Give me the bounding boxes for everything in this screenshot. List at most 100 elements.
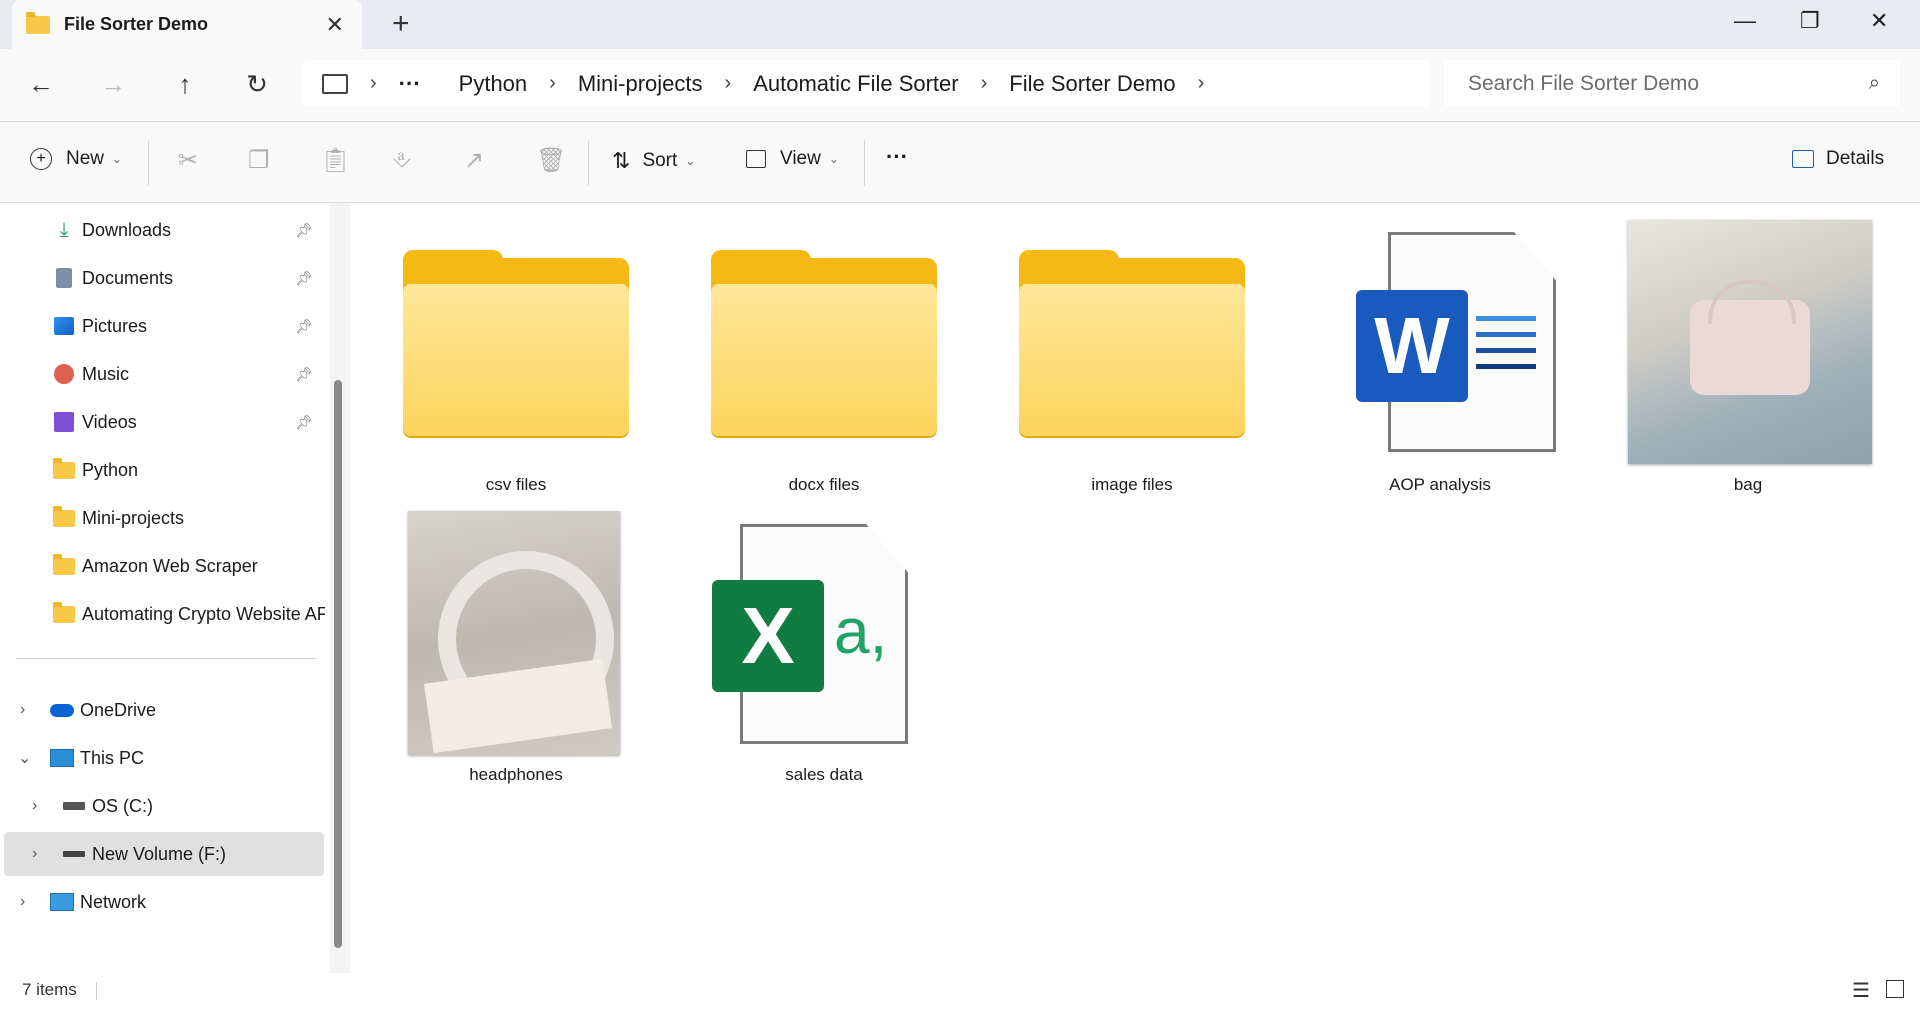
view-icon — [746, 150, 766, 168]
sidebar-scrollbar-thumb[interactable] — [334, 380, 342, 948]
details-button[interactable]: Details — [1792, 148, 1884, 170]
sidebar-item-this-pc[interactable]: ⌄ This PC — [0, 736, 325, 780]
sidebar-item-amazon-web-scraper[interactable]: Amazon Web Scraper — [0, 544, 325, 588]
minimize-button[interactable]: — — [1734, 8, 1756, 34]
file-item-docx-files[interactable]: docx files — [704, 218, 944, 498]
chevron-right-icon[interactable]: › — [20, 701, 25, 719]
large-icons-view-icon[interactable] — [1886, 980, 1904, 998]
up-button[interactable]: ↑ — [168, 69, 202, 100]
word-document-icon: W — [1356, 232, 1556, 454]
pin-icon[interactable]: 📌︎ — [295, 222, 313, 239]
word-letter: W — [1374, 301, 1450, 390]
breadcrumb[interactable]: › ··· Python › Mini-projects › Automatic… — [302, 60, 1430, 107]
address-row: ← → ↑ ↻ › ··· Python › Mini-projects › A… — [0, 49, 1920, 122]
forward-button[interactable]: → — [96, 69, 130, 100]
sidebar-item-os-c[interactable]: › OS (C:) — [0, 784, 325, 828]
copy-icon[interactable]: ❐ — [248, 146, 270, 175]
this-pc-icon[interactable] — [322, 73, 348, 94]
pin-icon[interactable]: 📌︎ — [295, 414, 313, 431]
sidebar-item-documents[interactable]: Documents 📌︎ — [0, 256, 325, 300]
view-button[interactable]: View ⌄ — [746, 148, 839, 170]
new-tab-button[interactable]: + — [392, 8, 410, 40]
chevron-right-icon[interactable]: › — [32, 845, 37, 863]
breadcrumb-python[interactable]: Python — [459, 71, 528, 97]
breadcrumb-overflow[interactable]: ··· — [399, 71, 421, 97]
rename-icon[interactable]: ⎀ — [392, 146, 411, 174]
back-button[interactable]: ← — [24, 69, 58, 100]
sidebar-item-downloads[interactable]: ⤓ Downloads 📌︎ — [0, 208, 325, 252]
new-button[interactable]: + New ⌄ — [30, 148, 122, 170]
breadcrumb-mini-projects[interactable]: Mini-projects — [578, 71, 703, 97]
file-item-bag[interactable]: bag — [1628, 218, 1872, 498]
file-item-sales-data[interactable]: X a, sales data — [704, 508, 944, 788]
network-icon — [50, 891, 74, 913]
navigation-pane: ⤓ Downloads 📌︎ Documents 📌︎ Pictures 📌︎ … — [0, 203, 328, 979]
chevron-down-icon[interactable]: ⌄ — [18, 748, 31, 768]
tab-file-sorter-demo[interactable]: File Sorter Demo ✕ — [12, 0, 362, 49]
sidebar-item-python[interactable]: Python — [0, 448, 325, 492]
paste-icon[interactable]: 📋︎ — [320, 146, 350, 175]
sidebar-item-label: Amazon Web Scraper — [82, 555, 258, 576]
sidebar-item-mini-projects[interactable]: Mini-projects — [0, 496, 325, 540]
close-window-button[interactable]: ✕ — [1870, 8, 1888, 34]
sidebar-item-label: New Volume (F:) — [92, 843, 227, 864]
bag-image-thumbnail — [1628, 220, 1872, 464]
sidebar-item-new-volume-f[interactable]: › New Volume (F:) — [4, 832, 324, 876]
sidebar-item-music[interactable]: Music 📌︎ — [0, 352, 325, 396]
search-icon[interactable]: ⌕ — [1869, 72, 1880, 95]
share-icon[interactable]: ↗ — [464, 146, 484, 175]
close-tab-icon[interactable]: ✕ — [326, 12, 344, 38]
chevron-right-icon[interactable]: › — [1198, 72, 1205, 95]
excel-letter: X — [741, 591, 795, 680]
chevron-right-icon[interactable]: › — [32, 797, 37, 815]
cut-icon[interactable]: ✂ — [178, 146, 198, 175]
music-icon — [52, 363, 76, 385]
chevron-right-icon[interactable]: › — [20, 893, 25, 911]
refresh-button[interactable]: ↻ — [240, 69, 274, 100]
sidebar-item-label: Videos — [82, 411, 137, 432]
excel-csv-icon: X a, — [710, 524, 920, 746]
details-view-icon[interactable]: ☰ — [1852, 978, 1870, 1003]
file-item-aop-analysis[interactable]: W AOP analysis — [1320, 218, 1560, 498]
sidebar-item-automating-crypto-website[interactable]: Automating Crypto Website AF — [0, 592, 325, 636]
sidebar-item-label: OS (C:) — [92, 795, 153, 816]
file-name: headphones — [469, 765, 563, 784]
sort-button[interactable]: ⇅ Sort ⌄ — [612, 148, 695, 174]
plus-circle-icon: + — [30, 148, 52, 170]
folder-icon — [26, 11, 50, 34]
restore-button[interactable]: ❐ — [1800, 8, 1820, 34]
sidebar-item-pictures[interactable]: Pictures 📌︎ — [0, 304, 325, 348]
sidebar-item-network[interactable]: › Network — [0, 880, 325, 924]
view-label: View — [780, 148, 821, 169]
search-box[interactable]: ⌕ — [1444, 60, 1900, 107]
onedrive-icon — [50, 699, 74, 721]
new-label: New — [66, 148, 105, 169]
breadcrumb-automatic-file-sorter[interactable]: Automatic File Sorter — [753, 71, 958, 97]
details-label: Details — [1826, 148, 1885, 169]
sidebar-item-label: Network — [80, 891, 147, 912]
divider — [148, 140, 149, 186]
breadcrumb-file-sorter-demo[interactable]: File Sorter Demo — [1009, 71, 1175, 97]
folder-icon — [711, 250, 937, 438]
sort-label: Sort — [642, 150, 678, 171]
sidebar-item-videos[interactable]: Videos 📌︎ — [0, 400, 325, 444]
file-item-headphones[interactable]: headphones — [396, 508, 636, 788]
pin-icon[interactable]: 📌︎ — [295, 270, 313, 287]
sidebar-item-onedrive[interactable]: › OneDrive — [0, 688, 325, 732]
divider — [864, 140, 865, 186]
pin-icon[interactable]: 📌︎ — [295, 366, 313, 383]
download-icon: ⤓ — [59, 218, 69, 241]
drive-icon — [62, 843, 86, 865]
file-item-image-files[interactable]: image files — [1012, 218, 1252, 498]
file-name: AOP analysis — [1389, 475, 1491, 494]
file-name: image files — [1091, 475, 1173, 494]
file-name: docx files — [788, 475, 860, 494]
sidebar-item-label: Automating Crypto Website AF — [82, 603, 325, 624]
file-item-csv-files[interactable]: csv files — [396, 218, 636, 498]
more-options-button[interactable]: ··· — [886, 144, 908, 170]
search-input[interactable] — [1466, 70, 1840, 97]
delete-icon[interactable]: 🗑︎ — [536, 146, 566, 175]
pin-icon[interactable]: 📌︎ — [295, 318, 313, 335]
file-name: sales data — [785, 765, 863, 784]
file-name: csv files — [485, 475, 547, 494]
